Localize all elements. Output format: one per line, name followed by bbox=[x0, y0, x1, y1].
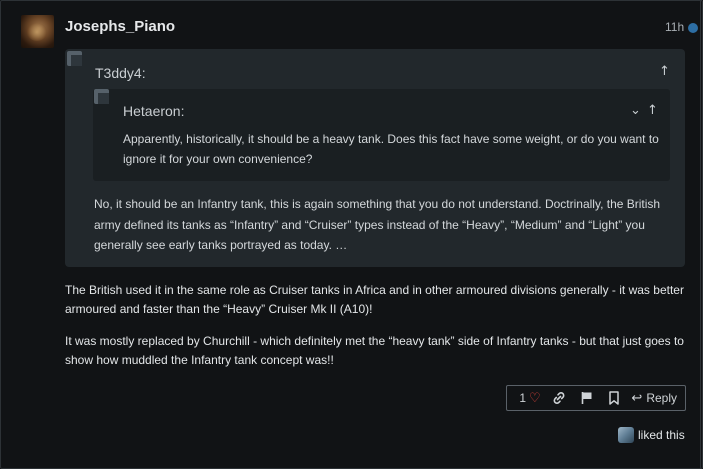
bookmark-icon bbox=[609, 391, 619, 405]
nested-quote-author-name[interactable]: Hetaeron: bbox=[123, 103, 184, 119]
quote-line-2: army defined its tanks as “Infantry” and… bbox=[94, 218, 645, 232]
like-button[interactable]: 1 ♡ bbox=[507, 386, 545, 410]
liker-avatar[interactable] bbox=[618, 427, 634, 443]
quote-line-3: generally see early tanks portrayed as t… bbox=[94, 238, 348, 252]
liked-text: liked this bbox=[638, 428, 685, 442]
post-paragraph-2-line-1: It was mostly replaced by Churchill - wh… bbox=[65, 334, 684, 348]
copy-link-button[interactable] bbox=[545, 386, 573, 410]
nested-quote-avatar bbox=[94, 89, 109, 104]
post-actions-bar: 1 ♡ ↩ Reply bbox=[506, 385, 686, 411]
flag-button[interactable] bbox=[573, 386, 601, 410]
arrow-up-icon[interactable]: ↑ bbox=[659, 64, 670, 79]
bookmark-button[interactable] bbox=[601, 386, 627, 410]
post-card: Josephs_Piano 11h T3ddy4: ↑ Hetaeron: ⌄ … bbox=[0, 0, 703, 469]
quote-author-name[interactable]: T3ddy4: bbox=[95, 65, 146, 81]
post-paragraph-1-line-1: The British used it in the same role as … bbox=[65, 283, 684, 297]
nested-quote-line-2: ignore it for your own convenience? bbox=[123, 152, 313, 166]
flag-icon bbox=[581, 392, 592, 404]
post-paragraph-2-line-2: show how muddled the Infantry tank conce… bbox=[65, 353, 334, 367]
quote-author-avatar bbox=[67, 51, 82, 66]
post-time[interactable]: 11h bbox=[665, 20, 684, 34]
like-count: 1 bbox=[519, 391, 527, 405]
heart-icon: ♡ bbox=[529, 390, 541, 406]
arrow-up-icon[interactable]: ↑ bbox=[647, 103, 658, 118]
post-username[interactable]: Josephs_Piano bbox=[65, 18, 175, 35]
user-avatar[interactable] bbox=[21, 15, 54, 48]
reply-label: Reply bbox=[646, 391, 677, 405]
reply-icon: ↩ bbox=[631, 390, 643, 406]
quote-line-1: No, it should be an Infantry tank, this … bbox=[94, 197, 661, 211]
right-divider bbox=[700, 0, 701, 469]
nested-quote-line-1: Apparently, historically, it should be a… bbox=[123, 132, 659, 146]
unread-indicator bbox=[688, 23, 698, 33]
reply-button[interactable]: ↩ Reply bbox=[631, 386, 677, 410]
liked-by: liked this bbox=[618, 427, 685, 443]
link-icon bbox=[553, 392, 565, 404]
post-paragraph-1-line-2: armoured and faster than the “Heavy” Cru… bbox=[65, 302, 373, 316]
chevron-down-icon[interactable]: ⌄ bbox=[630, 103, 641, 118]
